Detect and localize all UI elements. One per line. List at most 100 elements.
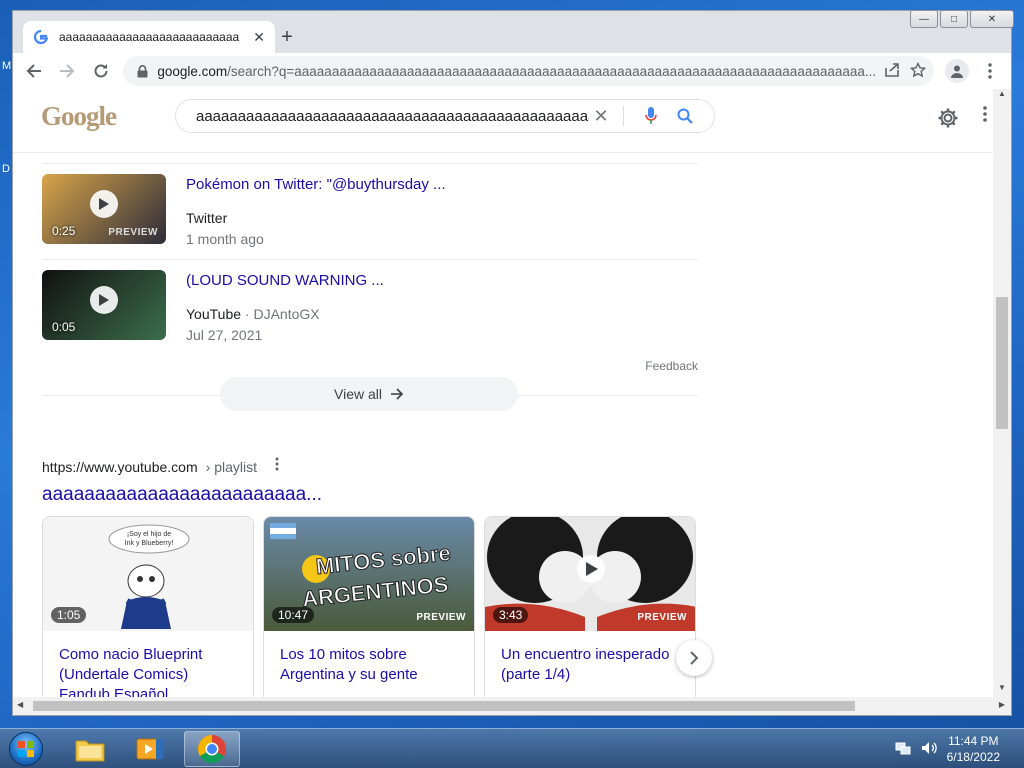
scroll-down-arrow-icon[interactable]: ▼: [993, 683, 1011, 697]
video-result[interactable]: 0:05 (LOUD SOUND WARNING ... YouTube · D…: [42, 260, 698, 355]
vertical-scroll-thumb[interactable]: [996, 297, 1008, 429]
back-arrow-icon: [26, 64, 41, 78]
thumb-caption-line-1: ¡Soy el hijo de: [127, 531, 171, 538]
new-tab-button[interactable]: +: [275, 25, 299, 49]
video-source: Twitter: [186, 210, 446, 226]
video-thumbnail[interactable]: 0:25 PREVIEW: [42, 174, 166, 244]
media-player-icon: [136, 738, 163, 760]
card-title-link[interactable]: Los 10 mitos sobre Argentina y su gente: [264, 631, 474, 685]
clear-search-icon[interactable]: ✕: [589, 106, 613, 127]
taskbar-media-player[interactable]: [122, 731, 178, 767]
view-all-button[interactable]: View all: [220, 377, 518, 411]
network-icon[interactable]: [895, 740, 911, 759]
cite-host: https://www.youtube.com: [42, 458, 198, 475]
browser-window: aaaaaaaaaaaaaaaaaaaaaaaaaaa ✕ + google.c…: [12, 10, 1012, 716]
logo-text: Google: [41, 101, 117, 131]
scroll-left-arrow-icon[interactable]: ◀: [17, 700, 23, 709]
browser-toolbar: google.com/search?q=aaaaaaaaaaaaaaaaaaaa…: [13, 53, 1011, 89]
card-thumbnail[interactable]: MITOS sobre ARGENTINOS 10:47 PREVIEW: [264, 517, 474, 631]
search-input[interactable]: aaaaaaaaaaaaaaaaaaaaaaaaaaaaaaaaaaaaaaaa…: [196, 108, 589, 125]
close-window-button[interactable]: ✕: [970, 10, 1014, 28]
video-carousel: ¡Soy el hijo de Ink y Blueberry! 1:05 Co…: [42, 516, 712, 697]
forward-button[interactable]: [52, 56, 81, 86]
microphone-icon[interactable]: [634, 107, 668, 125]
carousel-card[interactable]: MITOS sobre ARGENTINOS 10:47 PREVIEW Los…: [263, 516, 475, 697]
volume-icon[interactable]: [921, 740, 937, 759]
playlist-title-link[interactable]: aaaaaaaaaaaaaaaaaaaaaaaaa...: [42, 484, 698, 506]
play-icon: [90, 190, 118, 218]
cite-path: › playlist: [205, 458, 257, 475]
video-title-link[interactable]: Pokémon on Twitter: "@buythursday ...: [186, 176, 446, 193]
search-box[interactable]: aaaaaaaaaaaaaaaaaaaaaaaaaaaaaaaaaaaaaaaa…: [175, 99, 715, 133]
google-doodle-logo[interactable]: Google: [41, 101, 117, 132]
page-more-icon[interactable]: [983, 105, 987, 128]
video-thumbnail[interactable]: 0:05: [42, 270, 166, 340]
desktop-icon-label-d: D: [2, 163, 10, 175]
tab-close-icon[interactable]: ✕: [253, 29, 265, 46]
tab-google-search[interactable]: aaaaaaaaaaaaaaaaaaaaaaaaaaa ✕: [23, 21, 275, 53]
vertical-scrollbar[interactable]: ▲ ▼: [993, 89, 1011, 697]
feedback-link[interactable]: Feedback: [42, 355, 698, 377]
share-icon[interactable]: [884, 62, 900, 81]
video-date: Jul 27, 2021: [186, 327, 263, 343]
horizontal-scroll-thumb[interactable]: [33, 701, 855, 711]
card-duration: 10:47: [272, 607, 315, 623]
search-submit-icon[interactable]: [668, 108, 702, 124]
browser-menu-button[interactable]: [976, 56, 1005, 86]
reload-icon: [94, 64, 108, 78]
url-host: google.com: [157, 63, 228, 79]
video-platform: YouTube: [186, 306, 242, 322]
taskbar-file-explorer[interactable]: [62, 731, 118, 767]
minimize-button[interactable]: —: [910, 10, 938, 28]
arrow-right-icon: [391, 388, 404, 400]
result-more-icon[interactable]: [275, 457, 279, 476]
start-button[interactable]: [4, 730, 48, 768]
reload-button[interactable]: [86, 56, 115, 86]
card-thumbnail[interactable]: 3:43 PREVIEW: [485, 517, 695, 631]
video-channel: · DJAntoGX: [244, 306, 320, 322]
card-preview-badge: PREVIEW: [637, 612, 687, 623]
video-result[interactable]: 0:25 PREVIEW Pokémon on Twitter: "@buyth…: [42, 164, 698, 259]
card-thumbnail[interactable]: ¡Soy el hijo de Ink y Blueberry! 1:05: [43, 517, 253, 631]
folder-icon: [75, 740, 105, 762]
tab-title: aaaaaaaaaaaaaaaaaaaaaaaaaaa: [59, 30, 240, 44]
bookmark-star-icon[interactable]: [909, 61, 927, 81]
google-favicon-icon: [33, 29, 49, 45]
scroll-right-arrow-icon[interactable]: ▶: [999, 700, 1005, 709]
address-bar[interactable]: google.com/search?q=aaaaaaaaaaaaaaaaaaaa…: [123, 56, 935, 86]
carousel-card[interactable]: ¡Soy el hijo de Ink y Blueberry! 1:05 Co…: [42, 516, 254, 697]
taskbar-clock[interactable]: 11:44 PM 6/18/2022: [947, 733, 1000, 765]
card-title-link[interactable]: Como nacio Blueprint (Undertale Comics) …: [43, 631, 253, 697]
settings-gear-icon[interactable]: [937, 107, 959, 132]
result-cite[interactable]: https://www.youtube.com › playlist: [42, 457, 698, 476]
back-button[interactable]: [19, 56, 48, 86]
playlist-result: https://www.youtube.com › playlist aaaaa…: [42, 457, 712, 697]
carousel-card[interactable]: 3:43 PREVIEW Un encuentro inesperado (pa…: [484, 516, 696, 697]
taskbar-chrome[interactable]: [184, 731, 240, 767]
url-text[interactable]: google.com/search?q=aaaaaaaaaaaaaaaaaaaa…: [157, 64, 876, 79]
maximize-button[interactable]: □: [940, 10, 968, 28]
preview-badge: PREVIEW: [108, 227, 158, 238]
play-icon: [90, 286, 118, 314]
scroll-up-arrow-icon[interactable]: ▲: [993, 89, 1011, 103]
carousel-next-button[interactable]: [676, 640, 712, 676]
clock-date: 6/18/2022: [946, 750, 1000, 764]
horizontal-scrollbar[interactable]: ◀ ▶: [13, 697, 1011, 715]
windows-logo-icon: [9, 732, 43, 766]
thumb-caption-line-2: Ink y Blueberry!: [125, 540, 174, 547]
view-all-row: View all: [42, 377, 698, 413]
window-controls: — □ ✕: [910, 10, 1014, 28]
video-title-link[interactable]: (LOUD SOUND WARNING ...: [186, 272, 384, 289]
card-title-link[interactable]: Un encuentro inesperado (parte 1/4): [485, 631, 695, 685]
url-path: /search?q=aaaaaaaaaaaaaaaaaaaaaaaaaaaaaa…: [227, 63, 877, 79]
windows-taskbar: 11:44 PM 6/18/2022: [0, 728, 1024, 768]
chevron-right-icon: [690, 651, 699, 665]
view-all-label: View all: [334, 386, 382, 402]
lock-icon[interactable]: [135, 64, 149, 78]
profile-button[interactable]: [942, 56, 971, 86]
video-source: YouTube · DJAntoGX: [186, 306, 384, 322]
forward-arrow-icon: [60, 64, 75, 78]
card-duration: 1:05: [51, 607, 87, 623]
video-platform: Twitter: [186, 210, 228, 226]
system-tray: 11:44 PM 6/18/2022: [895, 729, 1024, 768]
